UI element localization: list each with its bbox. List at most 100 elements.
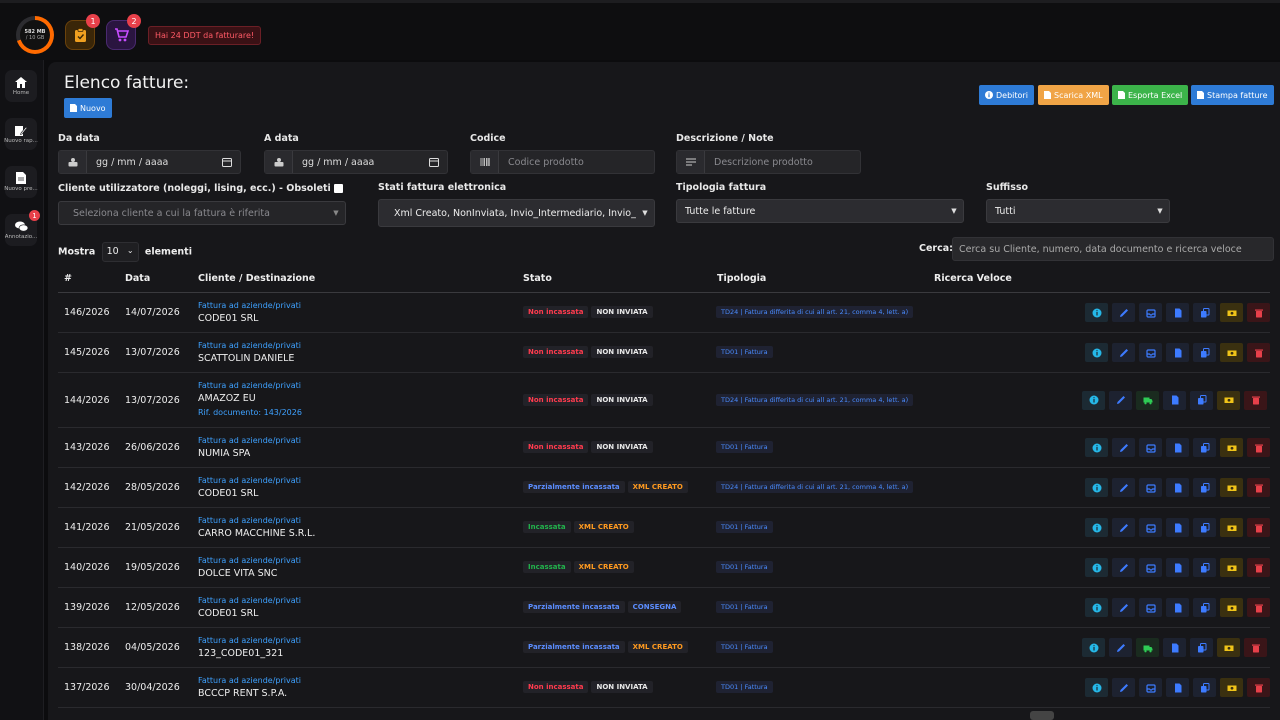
descrizione-input[interactable]: Descrizione prodotto — [676, 150, 861, 174]
col-header-cliente[interactable]: Cliente / Destinazione — [198, 273, 315, 284]
table-row[interactable]: 146/2026 14/07/2026 Fattura ad aziende/pri… — [58, 293, 1270, 333]
codice-input[interactable]: Codice prodotto — [470, 150, 655, 174]
client-type[interactable]: Fattura ad aziende/privati — [198, 475, 301, 487]
delete-button[interactable] — [1244, 638, 1267, 657]
delete-button[interactable] — [1244, 390, 1267, 410]
table-row[interactable]: 143/2026 26/06/2026 Fattura ad aziende/pri… — [58, 428, 1270, 468]
client-type[interactable]: Fattura ad aziende/privati — [198, 595, 301, 607]
edit-button[interactable] — [1112, 343, 1135, 362]
clipboard-button[interactable]: 1 — [65, 14, 100, 50]
duplicate-button[interactable] — [1193, 303, 1216, 322]
edit-button[interactable] — [1109, 638, 1132, 657]
edit-button[interactable] — [1112, 678, 1135, 697]
duplicate-button[interactable] — [1193, 678, 1216, 697]
table-row[interactable]: 141/2026 21/05/2026 Fattura ad aziende/pri… — [58, 508, 1270, 548]
info-button[interactable] — [1085, 678, 1108, 697]
sidebar-item-home[interactable]: Home — [5, 70, 37, 102]
client-type[interactable]: Fattura ad aziende/privati — [198, 435, 301, 447]
a-data-input[interactable]: gg / mm / aaaa — [264, 150, 448, 174]
edit-button[interactable] — [1109, 390, 1132, 410]
info-button[interactable] — [1085, 478, 1108, 497]
edit-button[interactable] — [1112, 518, 1135, 537]
client-type[interactable]: Fattura ad aziende/privati — [198, 300, 301, 312]
cliente-select[interactable]: Seleziona cliente a cui la fattura è rif… — [58, 201, 346, 225]
client-type[interactable]: Fattura ad aziende/privati — [198, 555, 301, 567]
info-button[interactable] — [1085, 438, 1108, 457]
new-invoice-button[interactable]: Nuovo — [64, 98, 112, 118]
delete-button[interactable] — [1247, 343, 1270, 362]
info-button[interactable] — [1085, 598, 1108, 617]
search-input[interactable]: Cerca su Cliente, numero, data documento… — [952, 237, 1274, 261]
ddt-alert-button[interactable]: Hai 24 DDT da fatturare! — [148, 26, 262, 45]
pdf-button[interactable] — [1166, 598, 1189, 617]
debitori-button[interactable]: Debitori — [979, 85, 1034, 105]
edit-button[interactable] — [1112, 478, 1135, 497]
pdf-button[interactable] — [1163, 638, 1186, 657]
table-row[interactable]: 139/2026 12/05/2026 Fattura ad aziende/pri… — [58, 588, 1270, 628]
document-reference[interactable]: Rif. documento: 143/2026 — [198, 406, 302, 420]
col-header-number[interactable]: # — [64, 273, 72, 284]
stati-select[interactable]: Xml Creato, NonInviata, Invio_Intermedia… — [378, 199, 655, 227]
edit-button[interactable] — [1112, 438, 1135, 457]
obsoleti-checkbox[interactable] — [333, 184, 343, 193]
info-button[interactable] — [1085, 518, 1108, 537]
table-row[interactable]: 140/2026 19/05/2026 Fattura ad aziende/pri… — [58, 548, 1270, 588]
client-type[interactable]: Fattura ad aziende/privati — [198, 515, 315, 527]
pdf-button[interactable] — [1166, 303, 1189, 322]
da-data-input[interactable]: gg / mm / aaaa — [58, 150, 241, 174]
horizontal-scrollbar[interactable] — [1030, 711, 1054, 720]
payment-button[interactable] — [1220, 303, 1243, 322]
pdf-button[interactable] — [1166, 518, 1189, 537]
client-type[interactable]: Fattura ad aziende/privati — [198, 675, 301, 687]
duplicate-button[interactable] — [1190, 390, 1213, 410]
info-button[interactable] — [1085, 558, 1108, 577]
send-button[interactable] — [1139, 343, 1162, 362]
info-button[interactable] — [1085, 343, 1108, 362]
delete-button[interactable] — [1247, 478, 1270, 497]
client-type[interactable]: Fattura ad aziende/privati — [198, 340, 301, 352]
delete-button[interactable] — [1247, 598, 1270, 617]
payment-button[interactable] — [1217, 390, 1240, 410]
calendar-icon[interactable] — [429, 157, 439, 167]
send-button[interactable] — [1139, 438, 1162, 457]
delivery-button[interactable] — [1136, 638, 1159, 657]
duplicate-button[interactable] — [1193, 598, 1216, 617]
duplicate-button[interactable] — [1193, 518, 1216, 537]
client-type[interactable]: Fattura ad aziende/privati — [198, 380, 302, 392]
payment-button[interactable] — [1220, 598, 1243, 617]
delete-button[interactable] — [1247, 558, 1270, 577]
calendar-icon[interactable] — [222, 157, 232, 167]
pdf-button[interactable] — [1166, 478, 1189, 497]
payment-button[interactable] — [1217, 638, 1240, 657]
send-button[interactable] — [1139, 598, 1162, 617]
tipologia-select[interactable]: Tutte le fatture ▼ — [676, 199, 964, 223]
payment-button[interactable] — [1220, 518, 1243, 537]
send-button[interactable] — [1139, 678, 1162, 697]
send-button[interactable] — [1139, 303, 1162, 322]
table-row[interactable]: 145/2026 13/07/2026 Fattura ad aziende/pri… — [58, 333, 1270, 373]
pdf-button[interactable] — [1166, 438, 1189, 457]
table-row[interactable]: 142/2026 28/05/2026 Fattura ad aziende/pri… — [58, 468, 1270, 508]
edit-button[interactable] — [1112, 558, 1135, 577]
pdf-button[interactable] — [1163, 390, 1186, 410]
sidebar-item-annotazioni[interactable]: Annotazio... 1 — [5, 210, 40, 246]
duplicate-button[interactable] — [1193, 558, 1216, 577]
pdf-button[interactable] — [1166, 343, 1189, 362]
table-row[interactable]: 144/2026 13/07/2026 Fattura ad aziende/pri… — [58, 373, 1270, 428]
sidebar-item-nuovo-rapporto[interactable]: Nuovo rap... — [4, 118, 38, 150]
info-button[interactable] — [1082, 390, 1105, 410]
scarica-xml-button[interactable]: Scarica XML — [1038, 85, 1109, 105]
delete-button[interactable] — [1247, 518, 1270, 537]
duplicate-button[interactable] — [1193, 478, 1216, 497]
col-header-tipologia[interactable]: Tipologia — [717, 273, 766, 284]
stampa-fatture-button[interactable]: Stampa fatture — [1191, 85, 1274, 105]
edit-button[interactable] — [1112, 303, 1135, 322]
payment-button[interactable] — [1220, 678, 1243, 697]
pdf-button[interactable] — [1166, 558, 1189, 577]
cart-button[interactable]: 2 — [106, 14, 141, 50]
duplicate-button[interactable] — [1193, 438, 1216, 457]
table-row[interactable]: 138/2026 04/05/2026 Fattura ad aziende/pri… — [58, 628, 1270, 668]
payment-button[interactable] — [1220, 343, 1243, 362]
sidebar-item-nuovo-preventivo[interactable]: Nuovo pre... — [4, 166, 38, 198]
payment-button[interactable] — [1220, 438, 1243, 457]
